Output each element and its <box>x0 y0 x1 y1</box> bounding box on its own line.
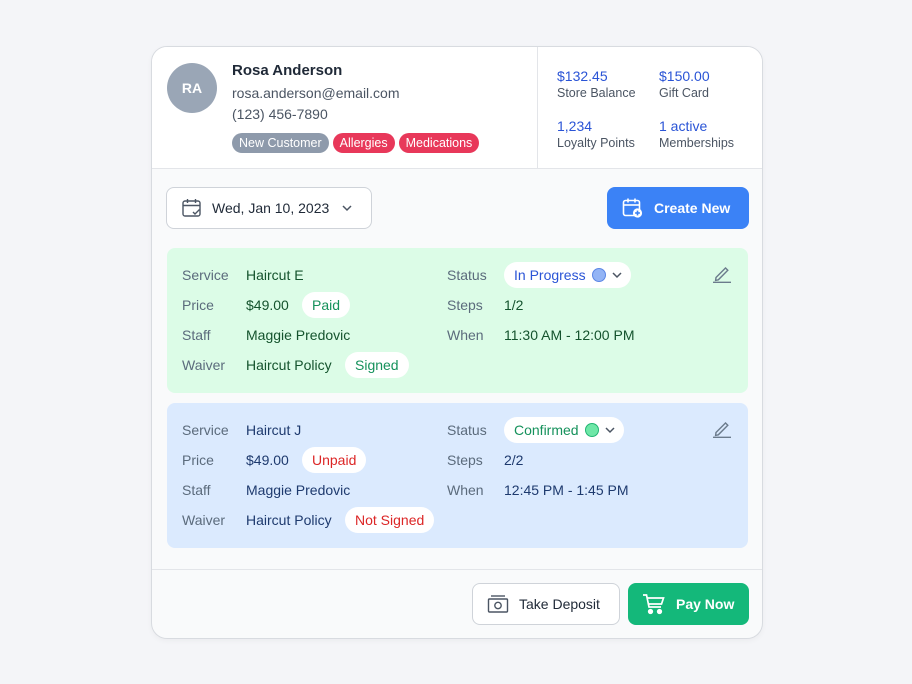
stat-gift-card[interactable]: $150.00 Gift Card <box>659 68 710 100</box>
shopping-cart-icon <box>643 594 665 615</box>
tag-medications[interactable]: Medications <box>398 133 480 153</box>
stat-label: Loyalty Points <box>557 136 635 150</box>
waiver-value: Haircut Policy <box>246 357 332 373</box>
waiver-status-badge: Signed <box>345 352 409 378</box>
staff-value: Maggie Predovic <box>246 482 351 498</box>
status-dropdown[interactable]: In Progress <box>504 262 631 288</box>
appointment-card[interactable]: Service Haircut E Price $49.00 Paid Staf… <box>167 248 748 393</box>
service-label: Service <box>182 267 229 283</box>
tag-new-customer[interactable]: New Customer <box>232 133 329 153</box>
take-deposit-button[interactable]: Take Deposit <box>472 583 620 625</box>
cash-icon <box>487 595 509 613</box>
take-deposit-label: Take Deposit <box>519 596 600 612</box>
customer-phone: (123) 456-7890 <box>232 106 328 122</box>
stat-loyalty-points[interactable]: 1,234 Loyalty Points <box>557 118 635 150</box>
header-divider <box>537 47 538 169</box>
stat-memberships[interactable]: 1 active Memberships <box>659 118 734 150</box>
stat-label: Memberships <box>659 136 735 150</box>
service-value: Haircut E <box>246 267 304 283</box>
payment-status-badge: Unpaid <box>302 447 367 473</box>
selected-date: Wed, Jan 10, 2023 <box>212 200 330 216</box>
price-label: Price <box>182 297 214 313</box>
waiver-label: Waiver <box>182 512 226 528</box>
calendar-icon <box>182 199 201 217</box>
pay-now-label: Pay Now <box>676 596 735 612</box>
edit-icon[interactable] <box>712 418 732 438</box>
avatar: RA <box>167 63 217 113</box>
price-label: Price <box>182 452 214 468</box>
edit-icon[interactable] <box>712 263 732 283</box>
status-value: Confirmed <box>514 422 579 438</box>
waiver-status-badge: Not Signed <box>345 507 435 533</box>
customer-header: RA Rosa Anderson rosa.anderson@email.com… <box>152 47 762 169</box>
payment-status-badge: Paid <box>302 292 351 318</box>
calendar-add-icon <box>622 198 643 218</box>
tag-allergies[interactable]: Allergies <box>332 133 395 153</box>
service-label: Service <box>182 422 229 438</box>
action-footer: Take Deposit Pay Now <box>152 569 762 638</box>
chevron-down-icon <box>342 205 352 212</box>
staff-value: Maggie Predovic <box>246 327 351 343</box>
customer-tags: New Customer Allergies Medications <box>232 133 480 153</box>
pay-now-button[interactable]: Pay Now <box>628 583 749 625</box>
steps-value: 1/2 <box>504 297 524 313</box>
status-value: In Progress <box>514 267 586 283</box>
stat-value: 1,234 <box>557 118 593 134</box>
create-new-button[interactable]: Create New <box>607 187 749 229</box>
service-value: Haircut J <box>246 422 302 438</box>
stat-value: $150.00 <box>659 68 710 84</box>
status-dropdown[interactable]: Confirmed <box>504 417 624 443</box>
price-value: $49.00 <box>246 452 289 468</box>
chevron-down-icon <box>612 272 622 279</box>
steps-label: Steps <box>447 297 483 313</box>
when-label: When <box>447 482 484 498</box>
status-dot-icon <box>584 423 599 437</box>
waiver-value: Haircut Policy <box>246 512 332 528</box>
steps-value: 2/2 <box>504 452 524 468</box>
when-value: 12:45 PM - 1:45 PM <box>504 482 629 498</box>
chevron-down-icon <box>605 427 615 434</box>
status-label: Status <box>447 422 487 438</box>
stat-label: Gift Card <box>659 86 710 100</box>
customer-name: Rosa Anderson <box>232 62 343 79</box>
create-new-label: Create New <box>654 200 731 216</box>
stat-store-balance[interactable]: $132.45 Store Balance <box>557 68 636 100</box>
appointment-card[interactable]: Service Haircut J Price $49.00 Unpaid St… <box>167 403 748 548</box>
staff-label: Staff <box>182 327 211 343</box>
waiver-label: Waiver <box>182 357 226 373</box>
price-value: $49.00 <box>246 297 289 313</box>
when-label: When <box>447 327 484 343</box>
steps-label: Steps <box>447 452 483 468</box>
when-value: 11:30 AM - 12:00 PM <box>504 327 635 343</box>
stat-value: 1 active <box>659 118 708 134</box>
stat-value: $132.45 <box>557 68 608 84</box>
date-picker-button[interactable]: Wed, Jan 10, 2023 <box>166 187 372 229</box>
customer-email: rosa.anderson@email.com <box>232 85 400 101</box>
staff-label: Staff <box>182 482 211 498</box>
status-label: Status <box>447 267 487 283</box>
customer-booking-card: RA Rosa Anderson rosa.anderson@email.com… <box>151 46 763 639</box>
status-dot-icon <box>591 268 606 282</box>
stat-label: Store Balance <box>557 86 636 100</box>
